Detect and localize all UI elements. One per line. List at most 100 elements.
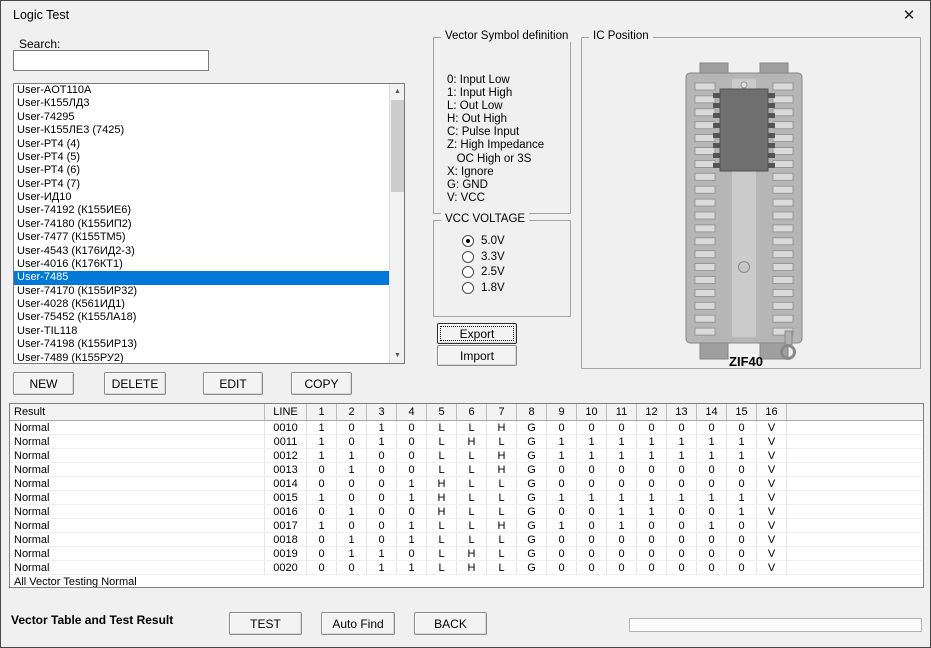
list-item[interactable]: User-TIL118 [14,325,389,338]
vector-symbol-lines: 0: Input Low 1: Input High L: Out Low H: Ou… [447,74,566,205]
list-item[interactable]: User-4543 (К176ИД2-3) [14,245,389,258]
table-column-header[interactable]: LINE [265,404,307,420]
table-column-header[interactable]: 14 [697,404,727,420]
table-cell: 1 [367,561,397,574]
table-column-header[interactable]: 12 [637,404,667,420]
table-column-header[interactable]: 1 [307,404,337,420]
table-cell: L [457,463,487,476]
table-cell: 1 [667,449,697,462]
scroll-thumb[interactable] [391,100,404,192]
vcc-option[interactable]: 1.8V [462,280,566,296]
table-column-header[interactable]: 6 [457,404,487,420]
list-item[interactable]: User-AOT110A [14,84,389,97]
table-column-header[interactable]: 15 [727,404,757,420]
edit-button[interactable]: EDIT [203,372,263,395]
table-cell: 1 [337,505,367,518]
table-cell: 1 [367,547,397,560]
table-row[interactable]: Normal 0011 1 0 1 0 L H L G 1 1 1 1 1 1 1 V [10,435,923,449]
copy-button[interactable]: COPY [291,372,352,395]
table-cell: 0 [607,477,637,490]
list-item[interactable]: User-РТ4 (5) [14,151,389,164]
zif-socket-label: ZIF40 [729,354,763,369]
close-icon[interactable]: ✕ [892,2,926,28]
table-column-header[interactable]: 11 [607,404,637,420]
delete-button[interactable]: DELETE [104,372,166,395]
table-column-header[interactable]: 2 [337,404,367,420]
table-cell: 0 [397,463,427,476]
table-column-header[interactable]: 9 [547,404,577,420]
list-item[interactable]: User-ИД10 [14,191,389,204]
table-cell: 0 [307,547,337,560]
table-cell: 1 [607,449,637,462]
list-item[interactable]: User-РТ4 (4) [14,138,389,151]
list-item[interactable]: User-74198 (К155ИР13) [14,338,389,351]
table-row[interactable]: Normal 0010 1 0 1 0 L L H G 0 0 0 0 0 0 0 V [10,421,923,435]
table-column-header[interactable]: 7 [487,404,517,420]
table-cell: 0 [367,477,397,490]
new-button[interactable]: NEW [13,372,74,395]
scroll-up-icon[interactable]: ▲ [390,84,404,99]
list-item[interactable]: User-74180 (К155ИП2) [14,218,389,231]
list-item[interactable]: User-К155ЛЕ3 (7425) [14,124,389,137]
table-cell: L [457,477,487,490]
table-cell: 0 [727,533,757,546]
test-button[interactable]: TEST [229,612,302,635]
table-row[interactable]: Normal 0016 0 1 0 0 H L L G 0 0 1 1 0 0 1 V [10,505,923,519]
table-cell: L [457,533,487,546]
table-cell: 0017 [265,519,307,532]
table-column-header[interactable]: 13 [667,404,697,420]
table-cell: 0 [337,421,367,434]
table-column-header[interactable]: 3 [367,404,397,420]
vector-symbol-title: Vector Symbol definition [441,30,573,42]
list-item[interactable]: User-74170 (К155ИР32) [14,285,389,298]
table-column-header[interactable]: 10 [577,404,607,420]
list-item[interactable]: User-74192 (К155ИЕ6) [14,204,389,217]
table-cell: 0 [397,421,427,434]
table-row[interactable]: Normal 0012 1 1 0 0 L L H G 1 1 1 1 1 1 1 V [10,449,923,463]
vcc-option[interactable]: 3.3V [462,249,566,265]
list-item[interactable]: User-7485 [14,271,389,285]
list-item[interactable]: User-7477 (К155ТМ5) [14,231,389,244]
vcc-option[interactable]: 5.0V [462,233,566,249]
table-column-header[interactable]: 5 [427,404,457,420]
table-cell: 0 [307,505,337,518]
list-item[interactable]: User-4016 (К176КТ1) [14,258,389,271]
list-item[interactable]: User-4028 (К561ИД1) [14,298,389,311]
table-column-header[interactable]: 16 [757,404,787,420]
table-row[interactable]: Normal 0014 0 0 0 1 H L L G 0 0 0 0 0 0 0 V [10,477,923,491]
list-scrollbar[interactable]: ▲ ▼ [389,84,404,363]
vcc-option[interactable]: 2.5V [462,265,566,281]
table-row[interactable]: Normal 0020 0 0 1 1 L H L G 0 0 0 0 0 0 0 V [10,561,923,575]
table-column-header[interactable]: 4 [397,404,427,420]
table-row[interactable]: Normal 0013 0 1 0 0 L L H G 0 0 0 0 0 0 0 V [10,463,923,477]
table-column-header[interactable]: Result [10,404,265,420]
export-button[interactable]: Export [437,323,517,344]
vector-symbol-line: G: GND [447,178,488,191]
search-input[interactable] [13,50,209,71]
table-cell: 1 [547,519,577,532]
table-row[interactable]: Normal 0017 1 0 0 1 L L H G 1 0 1 0 0 1 0 V [10,519,923,533]
table-cell: H [487,463,517,476]
table-cell: H [487,421,517,434]
list-item[interactable]: User-75452 (К155ЛА18) [14,311,389,324]
list-item[interactable]: User-74295 [14,111,389,124]
table-cell: 1 [337,533,367,546]
table-column-header[interactable]: 8 [517,404,547,420]
auto-find-button[interactable]: Auto Find [321,612,395,635]
table-row[interactable]: Normal 0015 1 0 0 1 H L L G 1 1 1 1 1 1 1 V [10,491,923,505]
list-item[interactable]: User-7489 (К155РУ2) [14,352,389,364]
list-item[interactable]: User-РТ4 (6) [14,164,389,177]
import-button[interactable]: Import [437,345,517,366]
back-button[interactable]: BACK [414,612,487,635]
table-cell: 0 [667,533,697,546]
table-cell: 0 [397,435,427,448]
table-cell: 0 [667,519,697,532]
table-row[interactable]: Normal 0019 0 1 1 0 L H L G 0 0 0 0 0 0 0 V [10,547,923,561]
scroll-down-icon[interactable]: ▼ [390,348,404,363]
list-item[interactable]: User-РТ4 (7) [14,178,389,191]
table-row[interactable]: Normal 0018 0 1 0 1 L L L G 0 0 0 0 0 0 0 V [10,533,923,547]
vector-symbol-line: X: Ignore [447,165,494,178]
table-cell: L [487,547,517,560]
list-item[interactable]: User-К155ЛД3 [14,97,389,110]
table-cell: 1 [307,519,337,532]
